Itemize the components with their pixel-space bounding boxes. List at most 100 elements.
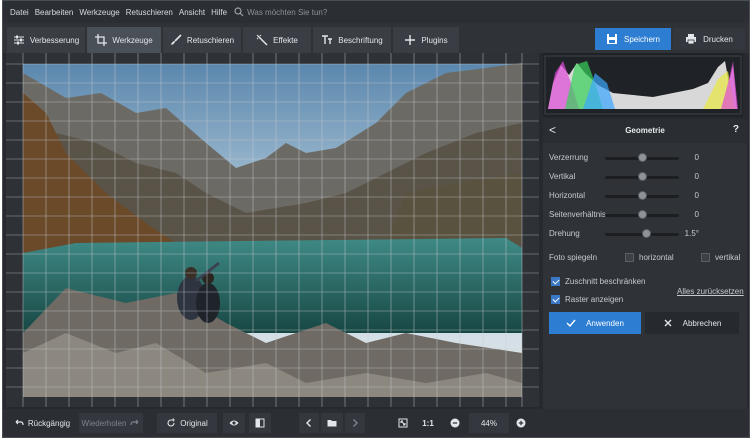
chevron-left-icon — [306, 419, 311, 427]
open-folder-button[interactable] — [321, 413, 343, 433]
tab-beschriftung[interactable]: Beschriftung — [313, 27, 391, 53]
text-icon — [322, 35, 333, 44]
tab-label: Verbesserung — [29, 35, 80, 45]
show-grid-checkbox[interactable] — [551, 295, 560, 304]
mirror-horizontal-checkbox[interactable] — [625, 253, 634, 262]
zoom-out-button[interactable] — [445, 413, 465, 433]
mirror-vertical-label: vertikal — [715, 253, 741, 262]
zoom-level[interactable]: 44% — [469, 413, 509, 433]
mirror-label: Foto spiegeln — [549, 253, 598, 262]
redo-icon — [130, 419, 139, 426]
chevron-right-icon — [353, 419, 358, 427]
slider-seitenverhaeltnis[interactable]: Seitenverhältnis 0 — [549, 208, 739, 222]
tab-label: Plugins — [421, 35, 448, 45]
menu-ansicht[interactable]: Ansicht — [176, 8, 208, 17]
geometry-panel: < Geometrie ? Verzerrung 0 Vertikal 0 Ho… — [543, 119, 747, 413]
menu-datei[interactable]: Datei — [7, 8, 32, 17]
zoom-1to1-button[interactable]: 1:1 — [417, 413, 439, 433]
tab-retuschieren[interactable]: Retuschieren — [163, 27, 241, 53]
tab-plugins[interactable]: Plugins — [393, 27, 459, 53]
slider-horizontal[interactable]: Horizontal 0 — [549, 189, 739, 203]
reset-all-link[interactable]: Alles zurücksetzen — [677, 287, 744, 296]
tab-label: Effekte — [273, 35, 298, 45]
panel-title: Geometrie — [625, 126, 665, 135]
panel-header: < Geometrie ? — [543, 119, 747, 143]
slider-drehung[interactable]: Drehung 1.5° — [549, 227, 739, 241]
zoom-1to1-label: 1:1 — [422, 418, 434, 428]
previous-button[interactable] — [299, 413, 319, 433]
slider-knob[interactable] — [638, 191, 647, 200]
eye-icon — [229, 420, 239, 426]
slider-label: Horizontal — [549, 191, 586, 200]
close-icon — [664, 319, 672, 327]
plus-icon — [405, 35, 416, 45]
tab-effekte[interactable]: Effekte — [243, 27, 311, 53]
original-button[interactable]: Original — [157, 413, 217, 433]
mirror-horizontal-label: horizontal — [639, 253, 674, 262]
apply-button[interactable]: Anwenden — [549, 312, 641, 334]
crop-restrict-label: Zuschnitt beschränken — [565, 277, 646, 286]
slider-label: Drehung — [549, 229, 580, 238]
crop-icon — [95, 34, 108, 46]
slider-label: Vertikal — [549, 172, 576, 181]
menu-bearbeiten[interactable]: Bearbeiten — [32, 8, 77, 17]
menu-werkzeuge[interactable]: Werkzeuge — [76, 8, 122, 17]
menu-bar: Datei Bearbeiten Werkzeuge Retuschieren … — [3, 1, 749, 23]
fit-to-screen-button[interactable] — [393, 413, 413, 433]
zoom-out-icon — [450, 418, 460, 428]
bottom-toolbar: Rückgängig Wiederholen Original 1:1 44% — [3, 409, 749, 437]
tab-label: Beschriftung — [338, 35, 383, 45]
help-icon[interactable]: ? — [733, 124, 739, 135]
slider-knob[interactable] — [638, 210, 647, 219]
menu-hilfe[interactable]: Hilfe — [208, 8, 230, 17]
slider-knob[interactable] — [638, 172, 647, 181]
slider-value: 0 — [694, 210, 699, 219]
slider-value: 0 — [694, 153, 699, 162]
print-button[interactable]: Drucken — [673, 28, 745, 50]
crop-restrict-checkbox[interactable] — [551, 277, 560, 286]
save-button[interactable]: Speichern — [595, 28, 671, 50]
tab-verbesserung[interactable]: Verbesserung — [7, 27, 85, 53]
compare-button[interactable] — [249, 413, 271, 433]
tab-label: Retuschieren — [186, 35, 235, 45]
show-grid-label: Raster anzeigen — [565, 295, 624, 304]
redo-button[interactable]: Wiederholen — [79, 413, 143, 433]
save-label: Speichern — [623, 34, 661, 44]
print-label: Drucken — [703, 34, 733, 44]
undo-button[interactable]: Rückgängig — [7, 413, 77, 433]
sliders-icon — [13, 35, 24, 45]
zoom-in-button[interactable] — [511, 413, 531, 433]
next-button[interactable] — [345, 413, 365, 433]
printer-icon — [686, 34, 697, 45]
cancel-button[interactable]: Abbrechen — [645, 312, 739, 334]
undo-label: Rückgängig — [27, 418, 71, 428]
fit-screen-icon — [398, 418, 408, 428]
preview-button[interactable] — [223, 413, 245, 433]
slider-knob[interactable] — [642, 229, 651, 238]
undo-icon — [15, 419, 24, 426]
zoom-value: 44% — [480, 418, 497, 428]
brush-icon — [170, 34, 182, 45]
reset-icon — [167, 418, 175, 427]
slider-label: Verzerrung — [549, 153, 589, 162]
image-canvas[interactable] — [6, 53, 539, 407]
tab-label: Werkzeuge — [112, 35, 153, 45]
slider-value: 1.5° — [684, 229, 699, 238]
menu-retuschieren[interactable]: Retuschieren — [123, 8, 176, 17]
search-placeholder: Was möchten Sie tun? — [247, 7, 328, 17]
search-box[interactable]: Was möchten Sie tun? — [234, 7, 327, 17]
slider-value: 0 — [694, 191, 699, 200]
slider-verzerrung[interactable]: Verzerrung 0 — [549, 151, 739, 165]
cancel-label: Abbrechen — [682, 318, 722, 328]
tab-werkzeuge[interactable]: Werkzeuge — [87, 27, 161, 53]
search-icon — [234, 7, 244, 17]
slider-vertikal[interactable]: Vertikal 0 — [549, 170, 739, 184]
redo-label: Wiederholen — [81, 418, 127, 428]
original-label: Original — [180, 418, 208, 428]
slider-label: Seitenverhältnis — [549, 210, 606, 219]
check-icon — [566, 319, 576, 328]
app-window: Datei Bearbeiten Werkzeuge Retuschieren … — [2, 0, 750, 438]
apply-label: Anwenden — [586, 318, 624, 328]
mirror-vertical-checkbox[interactable] — [701, 253, 710, 262]
slider-knob[interactable] — [638, 153, 647, 162]
